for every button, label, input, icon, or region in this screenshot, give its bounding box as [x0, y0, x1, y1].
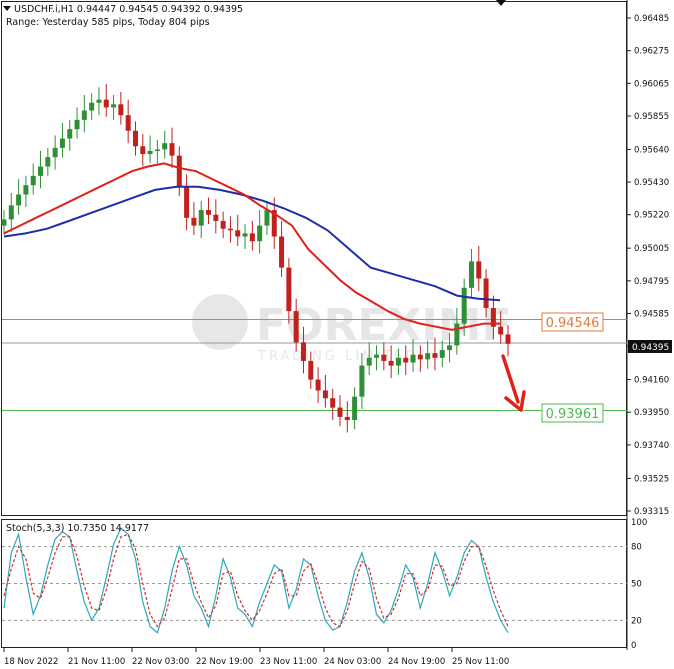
x-tick-label: 23 Nov 11:00	[260, 657, 317, 667]
y-tick-label: 0.95640	[634, 145, 669, 155]
stoch-y-tick-label: 0	[631, 641, 636, 651]
stoch-y-tick-label: 20	[631, 616, 642, 626]
x-tick-label: 22 Nov 19:00	[196, 657, 253, 667]
x-tick-label: 18 Nov 2022	[4, 657, 58, 667]
y-tick-label: 0.93950	[634, 408, 669, 418]
y-tick-label: 0.95855	[634, 112, 669, 122]
y-tick-label: 0.94585	[634, 309, 669, 319]
current-price-value: 0.94395	[632, 343, 669, 353]
y-tick-label: 0.93740	[634, 441, 669, 451]
support-label-box: 0.93961	[541, 403, 604, 423]
stoch-y-tick-label: 50	[631, 580, 642, 590]
range-label: Range: Yesterday 585 pips, Today 804 pip…	[6, 17, 210, 28]
support-value: 0.93961	[546, 407, 600, 422]
resistance-value: 0.94546	[546, 316, 600, 331]
stoch-y-tick-label: 100	[631, 518, 647, 528]
stoch-y-tick-label: 80	[631, 543, 642, 553]
resistance-label-box: 0.94546	[541, 312, 604, 332]
x-tick-label: 21 Nov 11:00	[68, 657, 125, 667]
y-tick-label: 0.96065	[634, 79, 669, 89]
x-tick-label: 25 Nov 11:00	[452, 657, 509, 667]
current-price-marker: 0.94395	[628, 340, 672, 353]
y-tick-label: 0.95220	[634, 211, 669, 221]
watermark-logo-icon	[192, 294, 248, 350]
y-tick-label: 0.95005	[634, 244, 669, 254]
y-tick-label: 0.94160	[634, 376, 669, 386]
stoch-label: Stoch(5,3,3) 10.7350 14.9177	[6, 523, 149, 534]
y-tick-label: 0.95430	[634, 178, 669, 188]
y-tick-label: 0.93525	[634, 474, 669, 484]
y-tick-label: 0.96275	[634, 47, 669, 57]
x-tick-label: 24 Nov 03:00	[324, 657, 381, 667]
x-tick-label: 24 Nov 19:00	[388, 657, 445, 667]
y-tick-label: 0.93315	[634, 507, 669, 517]
x-tick-label: 22 Nov 03:00	[132, 657, 189, 667]
y-tick-label: 0.94795	[634, 277, 669, 287]
watermark-tagline: TRADING LIMITED	[257, 349, 418, 364]
chart-root: FOREXIMF TRADING LIMITED 0.964850.962750…	[0, 0, 674, 669]
y-tick-label: 0.96485	[634, 14, 669, 24]
symbol-ohlc-label: USDCHF.i,H1 0.94447 0.94545 0.94392 0.94…	[14, 4, 243, 15]
